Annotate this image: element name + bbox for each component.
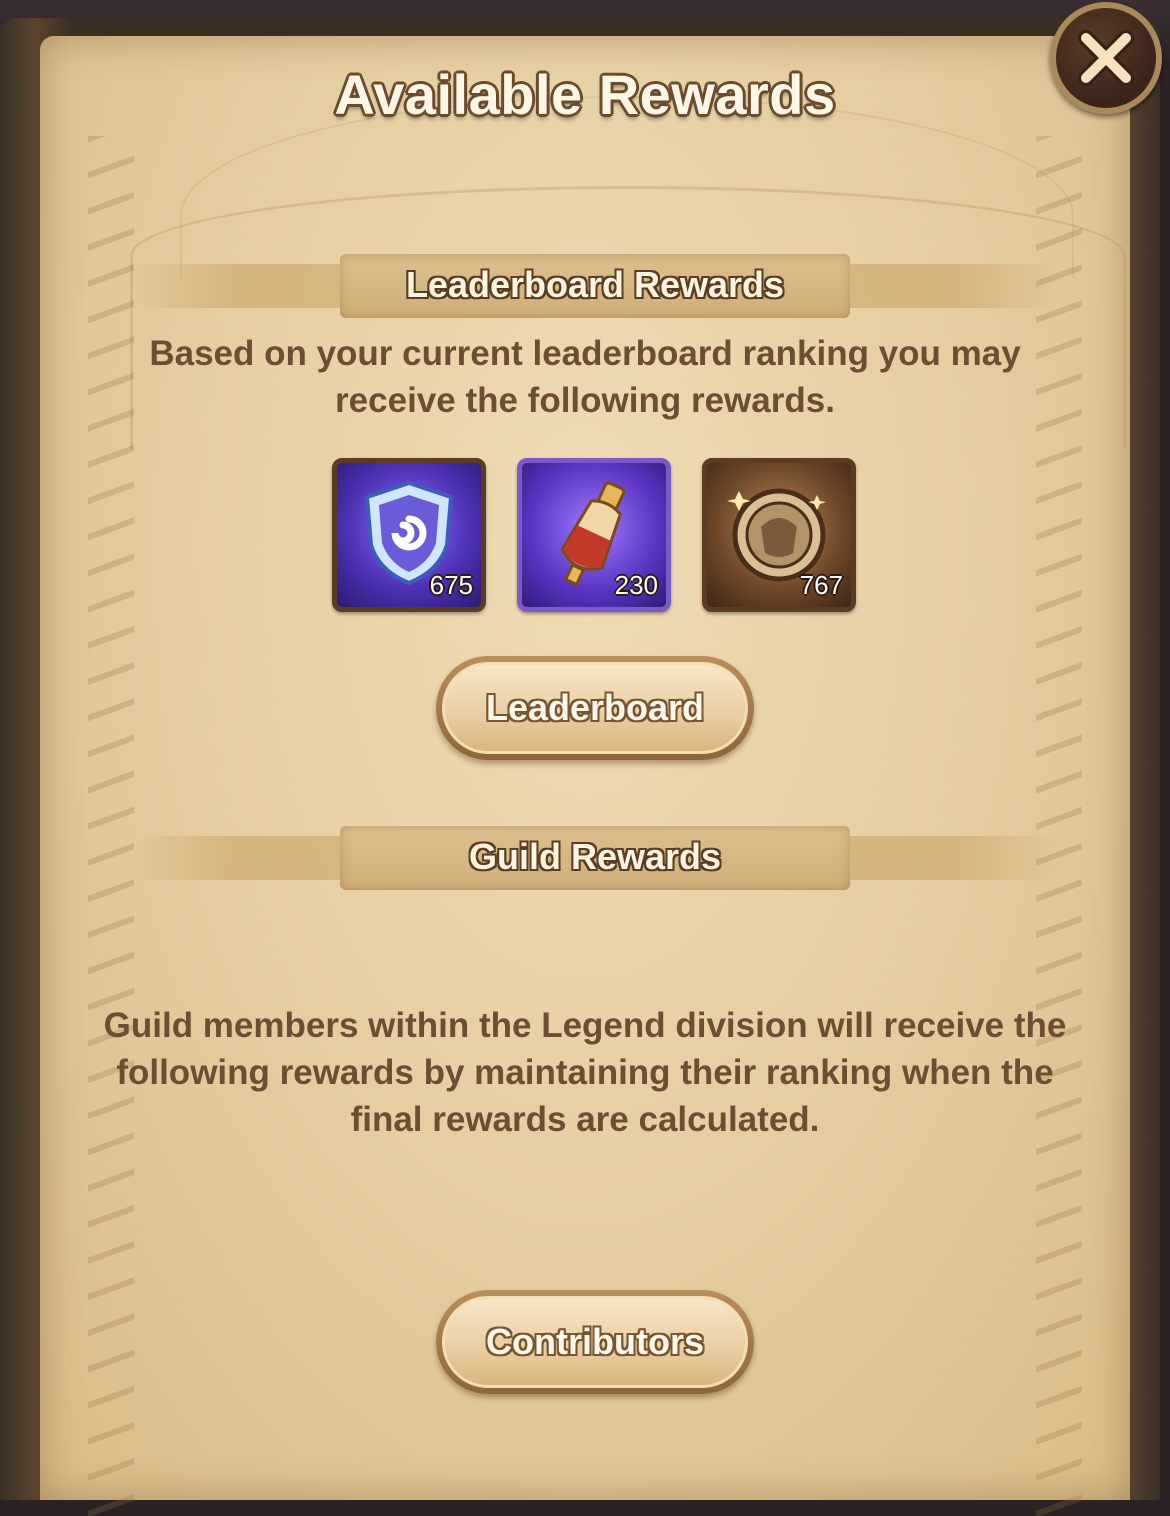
guild-rewards-banner: Guild Rewards xyxy=(130,818,1060,902)
reward-count: 767 xyxy=(799,570,843,600)
reward-count: 230 xyxy=(614,570,658,600)
reward-list: 675 230 767 xyxy=(332,458,857,614)
contributors-button[interactable]: Contributors xyxy=(436,1290,754,1394)
close-button[interactable] xyxy=(1050,2,1162,114)
leaderboard-button[interactable]: Leaderboard xyxy=(436,656,754,760)
dialog-title: Available Rewards xyxy=(334,63,836,126)
reward-count: 675 xyxy=(429,570,473,600)
reward-item[interactable]: 767 xyxy=(702,458,856,612)
reward-item[interactable]: 675 xyxy=(332,458,486,612)
close-icon xyxy=(1078,30,1134,86)
guild-description: Guild members within the Legend division… xyxy=(103,1006,1067,1139)
leaderboard-rewards-banner: Leaderboard Rewards xyxy=(130,246,1060,330)
reward-item[interactable]: 230 xyxy=(517,458,671,612)
section-heading-leaderboard: Leaderboard Rewards xyxy=(405,264,785,305)
leaderboard-description: Based on your current leaderboard rankin… xyxy=(149,334,1021,420)
leaderboard-button-label: Leaderboard xyxy=(442,662,748,754)
section-heading-guild: Guild Rewards xyxy=(468,836,722,877)
contributors-button-label: Contributors xyxy=(442,1296,748,1388)
